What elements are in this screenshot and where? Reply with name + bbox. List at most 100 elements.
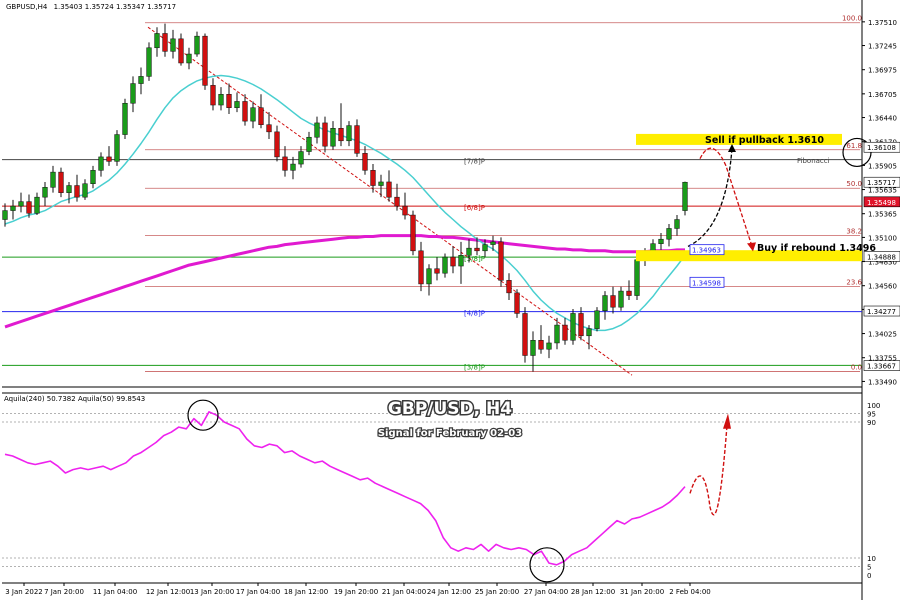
- candle-body: [522, 313, 528, 356]
- candle-body: [658, 238, 664, 244]
- time-tick-label: 13 Jan 20:00: [190, 588, 234, 596]
- fibonacci-label: Fibonacci: [797, 157, 830, 165]
- price-tag-text: 1.34888: [867, 253, 896, 261]
- price-tag-text: 1.33667: [867, 363, 896, 371]
- candle-body: [562, 324, 568, 341]
- candle-body: [186, 53, 192, 64]
- price-tick-label: 1.35905: [868, 162, 897, 170]
- candle-body: [682, 181, 688, 211]
- candle-body: [250, 107, 256, 122]
- candle-body: [122, 102, 128, 135]
- indicator-tick-label: 100: [867, 402, 880, 410]
- candle-body: [346, 125, 352, 142]
- candle: [114, 130, 120, 166]
- candle: [410, 210, 416, 256]
- candle: [498, 237, 504, 287]
- candle-body: [386, 181, 392, 198]
- price-tick-label: 1.36440: [868, 115, 897, 123]
- candle-body: [154, 33, 160, 49]
- candle-body: [650, 243, 656, 252]
- indicator-label: Aquila(240) 50.7382 Aquila(50) 99.8543: [4, 395, 145, 403]
- candle-body: [290, 163, 296, 171]
- candle-body: [258, 107, 264, 125]
- candle-body: [162, 33, 168, 52]
- candle-body: [226, 94, 232, 108]
- candle-body: [50, 171, 56, 188]
- candle-body: [578, 313, 584, 337]
- candle-body: [362, 153, 368, 171]
- time-tick-label: 18 Jan 12:00: [284, 588, 328, 596]
- time-tick-label: 7 Jan 20:00: [44, 588, 84, 596]
- price-tag: 1.34277: [863, 305, 900, 317]
- price-axis: 1.37510 1.37245 1.36975 1.36705 1.36440 1.361…: [862, 19, 900, 386]
- price-tick-label: 1.36975: [868, 67, 897, 75]
- murrey-label: [4/8]P: [464, 310, 485, 318]
- candle-body: [618, 290, 624, 308]
- candle-body: [194, 35, 200, 55]
- price-tick-label: 1.33490: [868, 378, 897, 386]
- candle-body: [586, 328, 592, 337]
- candle-body: [202, 35, 208, 86]
- price-tag: 1.35498: [863, 196, 900, 208]
- candle-body: [58, 171, 64, 193]
- time-tick-label: 21 Jan 04:00: [382, 588, 426, 596]
- price-tick-label: 1.34560: [868, 283, 897, 291]
- candle-body: [98, 156, 104, 171]
- candle-body: [314, 122, 320, 138]
- indicator-tick-label: 90: [867, 419, 876, 427]
- candle-body: [474, 247, 480, 252]
- time-tick-label: 17 Jan 04:00: [236, 588, 280, 596]
- price-tag-text: 1.35498: [867, 199, 896, 207]
- candle-body: [282, 156, 288, 171]
- indicator-tick-label: 0: [867, 572, 871, 580]
- candle-body: [66, 185, 72, 193]
- inline-price-tag-text: 1.34598: [692, 279, 721, 287]
- overlay-subtitle: Signal for February 02-03: [378, 428, 522, 439]
- candle-body: [90, 170, 96, 184]
- candle-body: [570, 313, 576, 341]
- candle-body: [602, 295, 608, 312]
- candle-body: [42, 187, 48, 198]
- candle: [146, 42, 152, 81]
- price-tick-label: 1.35635: [868, 187, 897, 195]
- candle-body: [106, 156, 112, 162]
- candle-body: [354, 125, 360, 154]
- fib-label: 38.2: [846, 228, 862, 236]
- candle-body: [394, 196, 400, 207]
- symbol-header: GBPUSD,H4 1.35403 1.35724 1.35347 1.3571…: [6, 3, 176, 11]
- candle-body: [450, 256, 456, 267]
- time-tick-label: 27 Jan 04:00: [524, 588, 568, 596]
- time-tick-label: 28 Jan 12:00: [571, 588, 615, 596]
- candle: [122, 98, 128, 140]
- candle-body: [514, 292, 520, 314]
- candle-body: [378, 181, 384, 186]
- candle-body: [114, 134, 120, 162]
- candle-body: [218, 94, 224, 106]
- candle-body: [434, 268, 440, 274]
- candle-body: [322, 122, 328, 147]
- price-tick-label: 1.37510: [868, 19, 897, 27]
- time-tick-label: 11 Jan 04:00: [93, 588, 137, 596]
- candle: [522, 307, 528, 363]
- candle-body: [138, 76, 144, 84]
- inline-price-tag-text: 1.34963: [692, 247, 721, 255]
- candle-body: [242, 101, 248, 122]
- candle-body: [234, 101, 240, 108]
- fib-label: 23.6: [846, 279, 862, 287]
- candle-body: [426, 268, 432, 285]
- price-tick-label: 1.34025: [868, 331, 897, 339]
- candle-body: [482, 244, 488, 252]
- price-tag: 1.35717: [863, 176, 900, 188]
- candle-body: [626, 290, 632, 296]
- price-tag: 1.34888: [863, 251, 900, 262]
- price-tag-text: 1.36108: [867, 144, 896, 152]
- gbpusd-h4-chart: [7/8]P[6/8]P[5/8]P[4/8]P[3/8]P100.061.85…: [0, 0, 900, 600]
- indicator-tick-label: 5: [867, 564, 871, 572]
- price-tick-label: 1.35100: [868, 234, 897, 242]
- time-tick-label: 2 Feb 04:00: [669, 588, 710, 596]
- price-tick-label: 1.35365: [868, 211, 897, 219]
- candle-body: [306, 136, 312, 152]
- candle-body: [178, 38, 184, 64]
- indicator-tick-label: 95: [867, 411, 876, 419]
- sell-annotation: Sell if pullback 1.3610: [705, 135, 824, 146]
